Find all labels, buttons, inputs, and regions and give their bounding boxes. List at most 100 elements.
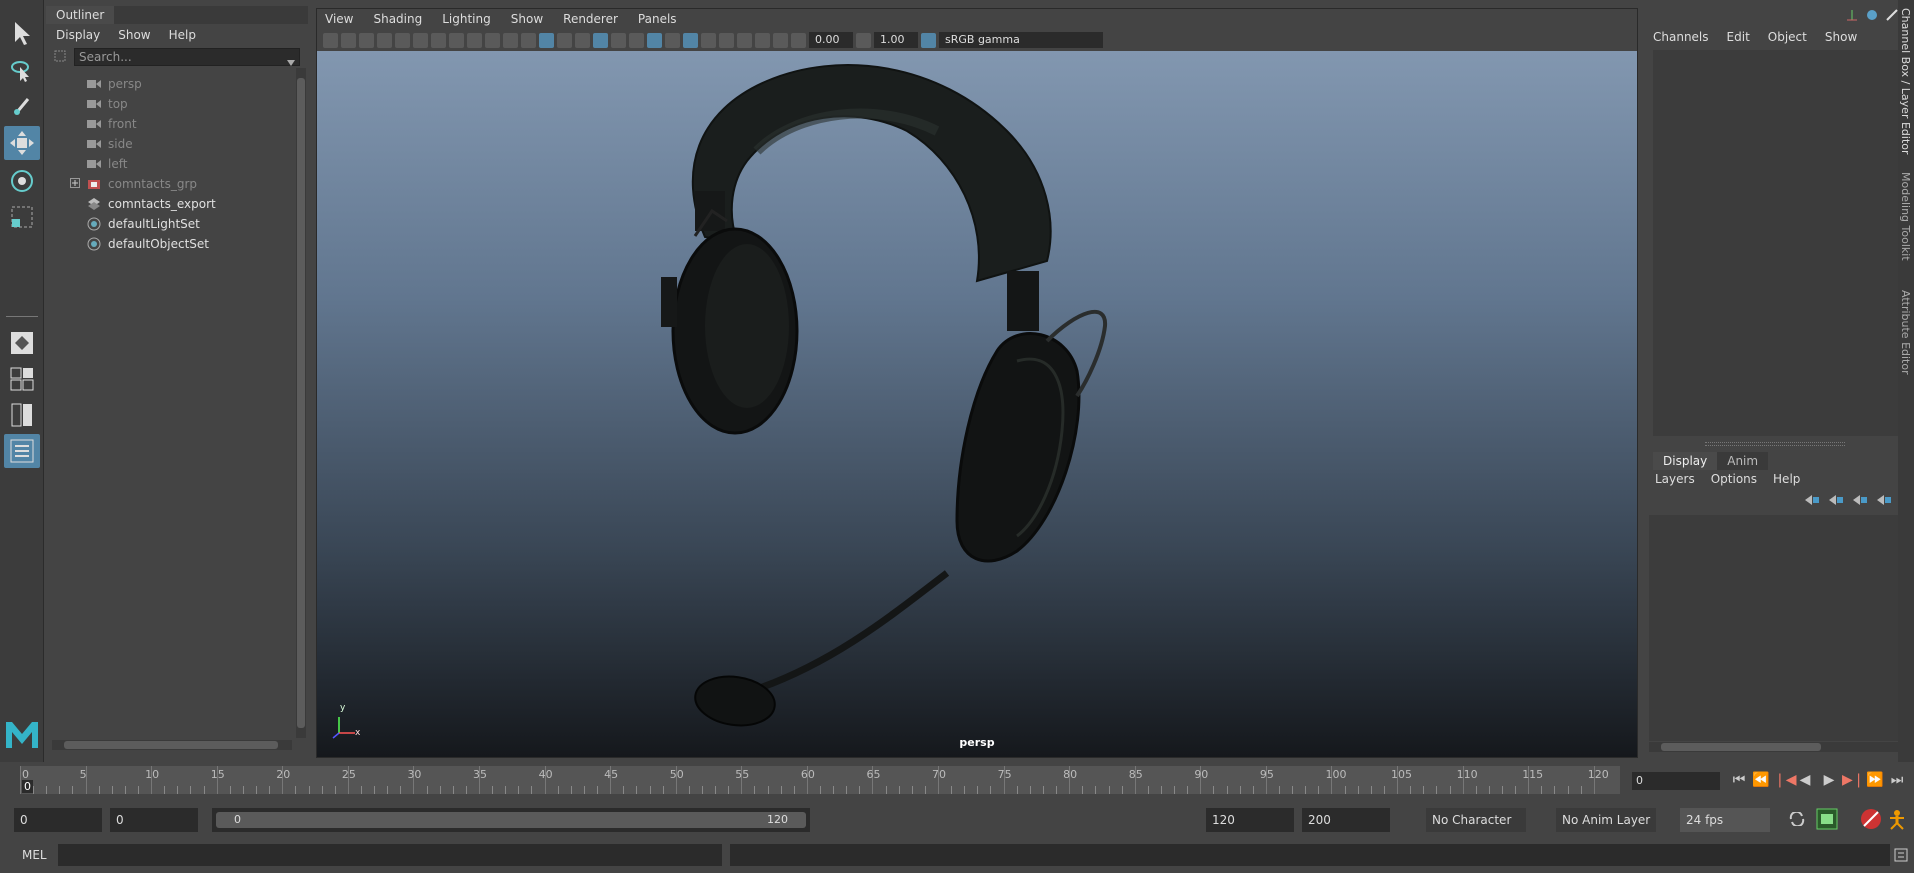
- playback-range-bar[interactable]: 0 120: [212, 808, 810, 832]
- outliner-item-top[interactable]: top: [86, 94, 326, 114]
- side-tab-channel-box[interactable]: Channel Box / Layer Editor: [1899, 8, 1912, 155]
- channelbox-menu-channels[interactable]: Channels: [1653, 30, 1709, 44]
- layer-list[interactable]: [1649, 515, 1899, 741]
- gate-mask-icon[interactable]: [449, 32, 464, 48]
- grid-icon[interactable]: [395, 32, 410, 48]
- fps-dropdown[interactable]: 24 fps: [1680, 808, 1770, 832]
- step-back-frame-icon[interactable]: ❘◀: [1774, 770, 1797, 790]
- headset-model[interactable]: [317, 51, 1637, 757]
- anim-layer-dropdown[interactable]: No Anim Layer: [1556, 808, 1656, 832]
- gamma-field[interactable]: 1.00: [874, 32, 918, 48]
- exposure-field[interactable]: 0.00: [809, 32, 853, 48]
- viewport-menu-show[interactable]: Show: [511, 12, 543, 26]
- outliner-item-comntacts-grp[interactable]: comntacts_grp: [70, 174, 310, 194]
- panel-splitter-handle[interactable]: [1705, 442, 1845, 446]
- layers-menu-help[interactable]: Help: [1773, 472, 1800, 486]
- frame-selection-icon[interactable]: [755, 32, 770, 48]
- motion-blur-icon[interactable]: [701, 32, 716, 48]
- safe-title-icon[interactable]: [503, 32, 518, 48]
- tab-display[interactable]: Display: [1653, 452, 1718, 470]
- new-layer-selected-icon[interactable]: [1877, 494, 1891, 508]
- playback-range-handle[interactable]: 0 120: [216, 812, 806, 828]
- outliner-item-defaultobjectset[interactable]: defaultObjectSet: [86, 234, 326, 254]
- resolution-gate-icon[interactable]: [431, 32, 446, 48]
- expand-icon[interactable]: [70, 177, 82, 191]
- outliner-item-left[interactable]: left: [86, 154, 326, 174]
- outliner-item-side[interactable]: side: [86, 134, 326, 154]
- bookmark-icon[interactable]: [359, 32, 374, 48]
- isolate-select-icon[interactable]: [719, 32, 734, 48]
- channelbox-menu-show[interactable]: Show: [1825, 30, 1857, 44]
- select-tool-icon[interactable]: [4, 16, 40, 50]
- step-back-key-icon[interactable]: ⏪: [1752, 770, 1770, 790]
- side-tab-modeling-toolkit[interactable]: Modeling Toolkit: [1899, 172, 1912, 261]
- tab-anim[interactable]: Anim: [1717, 452, 1769, 470]
- move-tool-icon[interactable]: [4, 126, 40, 160]
- outliner-horizontal-scrollbar[interactable]: [52, 740, 292, 750]
- film-gate-icon[interactable]: [413, 32, 428, 48]
- ambient-occlusion-icon[interactable]: [683, 32, 698, 48]
- playback-start-field[interactable]: 0: [110, 808, 198, 832]
- smooth-shade-icon[interactable]: [539, 32, 554, 48]
- viewport-menu-view[interactable]: View: [325, 12, 353, 26]
- new-layer-icon[interactable]: [1853, 494, 1867, 508]
- color-management-icon[interactable]: [921, 32, 936, 48]
- layers-horizontal-scrollbar[interactable]: [1649, 742, 1899, 752]
- character-set-dropdown[interactable]: No Character Set: [1426, 808, 1526, 851]
- loop-icon[interactable]: [1788, 810, 1806, 829]
- wireframe-icon[interactable]: [521, 32, 536, 48]
- side-tab-attribute-editor[interactable]: Attribute Editor: [1899, 290, 1912, 375]
- channelbox-attribute-list[interactable]: [1653, 50, 1903, 436]
- outliner-item-defaultlightset[interactable]: defaultLightSet: [86, 214, 326, 234]
- safe-action-icon[interactable]: [485, 32, 500, 48]
- outliner-tab[interactable]: Outliner: [46, 6, 115, 24]
- outliner-item-front[interactable]: front: [86, 114, 326, 134]
- play-forwards-icon[interactable]: ▶: [1820, 770, 1838, 790]
- shadows-icon[interactable]: [629, 32, 644, 48]
- current-frame-marker[interactable]: 0: [22, 780, 33, 793]
- outliner-search-input[interactable]: Search...: [74, 48, 300, 66]
- time-ruler[interactable]: 0 5 10 15 20 25 30 35 40 45 50 55 60 65 70 75 80 85 90 95 10…: [20, 766, 1620, 794]
- gamma-icon[interactable]: [856, 32, 871, 48]
- field-chart-icon[interactable]: [467, 32, 482, 48]
- viewport-menu-panels[interactable]: Panels: [638, 12, 677, 26]
- search-dropdown-icon[interactable]: [287, 54, 295, 70]
- layers-menu-layers[interactable]: Layers: [1655, 472, 1695, 486]
- axis-toggle-icon[interactable]: [1845, 8, 1859, 25]
- filter-icon[interactable]: [54, 50, 66, 65]
- outliner-menu-display[interactable]: Display: [56, 28, 100, 42]
- color-space-dropdown[interactable]: sRGB gamma: [939, 32, 1103, 48]
- scene-end-field[interactable]: 200: [1302, 808, 1390, 832]
- exposure-icon[interactable]: [791, 32, 806, 48]
- camera-select-icon[interactable]: [323, 32, 338, 48]
- channelbox-menu-edit[interactable]: Edit: [1727, 30, 1750, 44]
- play-backwards-icon[interactable]: ◀: [1796, 770, 1814, 790]
- paint-select-tool-icon[interactable]: [4, 90, 40, 124]
- four-view-layout-icon[interactable]: [4, 362, 40, 396]
- outliner-layout-icon[interactable]: [4, 434, 40, 468]
- step-forward-frame-icon[interactable]: ▶❘: [1842, 770, 1865, 790]
- two-view-layout-icon[interactable]: [4, 398, 40, 432]
- current-frame-field[interactable]: 0: [1632, 772, 1720, 790]
- pencil-icon[interactable]: [1885, 8, 1899, 25]
- channelbox-menu-object[interactable]: Object: [1768, 30, 1807, 44]
- move-layer-down-icon[interactable]: [1829, 494, 1843, 508]
- textured-icon[interactable]: [593, 32, 608, 48]
- wireframe-on-shaded-icon[interactable]: [557, 32, 572, 48]
- layers-menu-options[interactable]: Options: [1711, 472, 1757, 486]
- lasso-tool-icon[interactable]: [4, 54, 40, 88]
- lights-icon[interactable]: [611, 32, 626, 48]
- image-plane-icon[interactable]: [377, 32, 392, 48]
- go-to-end-icon[interactable]: ⏭: [1888, 770, 1906, 790]
- viewport-menu-lighting[interactable]: Lighting: [442, 12, 491, 26]
- rotate-tool-icon[interactable]: [4, 164, 40, 198]
- step-forward-key-icon[interactable]: ⏩: [1866, 770, 1884, 790]
- go-to-start-icon[interactable]: ⏮: [1730, 770, 1748, 790]
- auto-key-icon[interactable]: [1816, 808, 1838, 833]
- 3d-viewport[interactable]: y x persp: [317, 51, 1637, 757]
- outliner-item-persp[interactable]: persp: [86, 74, 326, 94]
- playback-end-field[interactable]: 120: [1206, 808, 1294, 832]
- outliner-item-comntacts-export[interactable]: comntacts_export: [86, 194, 326, 214]
- viewport-menu-renderer[interactable]: Renderer: [563, 12, 618, 26]
- network-icon[interactable]: [1865, 8, 1879, 25]
